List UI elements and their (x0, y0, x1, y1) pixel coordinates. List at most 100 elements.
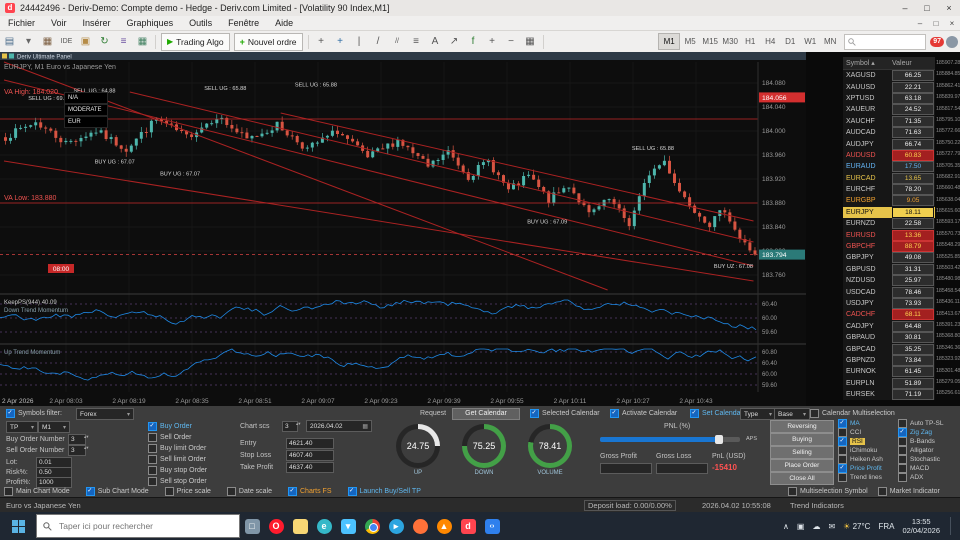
symbol-row-gbpnzd[interactable]: GBPNZD73.84 (843, 355, 935, 366)
checkbox-box[interactable] (288, 487, 297, 496)
symbol-row-gbpchf[interactable]: GBPCHF88.79 (843, 241, 935, 252)
child-minimize-button[interactable]: – (912, 19, 928, 28)
checkbox-auto-tp-sl[interactable]: Auto TP-SL (898, 419, 958, 428)
checkbox-main-chart-mode[interactable]: Main Chart Mode (4, 487, 70, 496)
tray-app-icon[interactable]: ▣ (797, 522, 805, 531)
timeframe-w1[interactable]: W1 (800, 34, 820, 49)
checkbox-b-bands[interactable]: B-Bands (898, 437, 958, 446)
symbol-row-audjpy[interactable]: AUDJPY66.74 (843, 138, 935, 149)
menu-fentre[interactable]: Fenêtre (220, 18, 267, 28)
date-picker[interactable]: 2026.04.02▦ (306, 420, 372, 432)
cursor-icon[interactable]: + (313, 34, 330, 50)
checkbox-price-profit[interactable]: Price Profit (838, 464, 898, 473)
grid-icon[interactable]: ▦ (134, 34, 151, 50)
tray-chevron-icon[interactable]: ∧ (783, 522, 789, 531)
user-avatar[interactable] (946, 36, 958, 48)
symbol-row-nzdusd[interactable]: NZDUSD25.97 (843, 275, 935, 286)
chrome-icon[interactable] (360, 514, 384, 538)
firefox-icon[interactable] (408, 514, 432, 538)
deriv-icon[interactable]: d (456, 514, 480, 538)
folder-icon[interactable]: ▣ (77, 34, 94, 50)
set-calendar-checkbox[interactable]: Set Calendar (690, 409, 743, 418)
checkbox-box[interactable] (898, 446, 907, 455)
take-profit-input[interactable]: 4637.40 (286, 462, 334, 473)
reversing-button[interactable]: Reversing (770, 420, 834, 433)
notification-center-edge[interactable] (950, 517, 954, 535)
taskbar-search[interactable] (36, 514, 240, 538)
checkbox-box[interactable] (148, 466, 157, 475)
symbol-row-xauchf[interactable]: XAUCHF71.35 (843, 116, 935, 127)
checkbox-buy-stop-order[interactable]: Buy stop Order (148, 466, 207, 475)
checkbox-box[interactable] (838, 419, 847, 428)
trendline-icon[interactable]: / (370, 34, 387, 50)
checkbox-box[interactable] (148, 477, 157, 486)
symbol-row-eurnzd[interactable]: EURNZD22.58 (843, 218, 935, 229)
timeframe-h1[interactable]: H1 (740, 34, 760, 49)
value-column-header[interactable]: Valeur (892, 60, 934, 67)
symbol-row-xagusd[interactable]: XAGUSD66.25 (843, 70, 935, 81)
buying-button[interactable]: Buying (770, 433, 834, 446)
checkbox-sell-stop-order[interactable]: Sell stop Order (148, 477, 207, 486)
selected-calendar-checkbox[interactable]: Selected Calendar (530, 409, 600, 418)
close-all-button[interactable]: Close All (770, 472, 834, 485)
symbol-row-xptusd[interactable]: XPTUSD63.18 (843, 93, 935, 104)
chart-dropdown-icon[interactable]: ▾ (20, 34, 37, 50)
pnl-slider[interactable] (600, 437, 740, 442)
vline-icon[interactable]: | (351, 34, 368, 50)
entry-input[interactable]: 4621.40 (286, 438, 334, 449)
checkbox-charts-fs[interactable]: Charts FS (288, 487, 332, 496)
checkbox-ichimoku[interactable]: iChimoku (838, 446, 898, 455)
checkbox-sell-order[interactable]: Sell Order (148, 433, 207, 442)
symbols-filter-checkbox[interactable]: Symbols filter: (6, 409, 62, 418)
minimize-button[interactable]: – (894, 3, 916, 13)
checkbox-box[interactable] (227, 487, 236, 496)
checkbox-alligator[interactable]: Alligator (898, 446, 958, 455)
profiles-icon[interactable]: ▦ (39, 34, 56, 50)
timeframe-m30[interactable]: M30 (720, 34, 740, 49)
checkbox-zig-zag[interactable]: Zig Zag (898, 428, 958, 437)
checkbox-box[interactable] (6, 409, 15, 418)
selling-button[interactable]: Selling (770, 446, 834, 459)
checkbox-buy-limit-order[interactable]: Buy limit Order (148, 444, 207, 453)
onedrive-cloud-icon[interactable]: ☁ (812, 522, 820, 531)
menu-fichier[interactable]: Fichier (0, 18, 43, 28)
checkbox-heiken-ash[interactable]: Heiken Ash (838, 455, 898, 464)
notification-badge[interactable]: 97 (930, 37, 944, 47)
checkbox-box[interactable] (148, 422, 157, 431)
activate-calendar-checkbox[interactable]: Activate Calendar (610, 409, 677, 418)
maximize-button[interactable]: □ (916, 3, 938, 13)
checkbox-box[interactable] (165, 487, 174, 496)
checkbox-box[interactable] (898, 455, 907, 464)
symbols-filter-select[interactable]: Forex▾ (76, 408, 134, 420)
spinner-arrows-icon[interactable]: ▴▾ (296, 422, 301, 427)
vlc-icon[interactable]: ▲ (432, 514, 456, 538)
symbol-row-audcad[interactable]: AUDCAD71.63 (843, 127, 935, 138)
trading-algo-button[interactable]: ▶Trading Algo (161, 33, 230, 51)
channel-icon[interactable]: // (389, 34, 406, 50)
checkbox-box[interactable] (838, 464, 847, 473)
crosshair-icon[interactable]: + (332, 34, 349, 50)
child-restore-button[interactable]: □ (928, 19, 944, 28)
symbol-row-eurjpy[interactable]: EURJPY18.11 (843, 207, 935, 218)
symbol-row-audusd[interactable]: AUDUSD60.83 (843, 150, 935, 161)
text-icon[interactable]: A (427, 34, 444, 50)
symbol-row-gbpjpy[interactable]: GBPJPY49.08 (843, 252, 935, 263)
checkbox-box[interactable] (148, 433, 157, 442)
symbol-row-gbpusd[interactable]: GBPUSD31.31 (843, 264, 935, 275)
checkbox-box[interactable] (838, 437, 847, 446)
checkbox-buy-order[interactable]: Buy Order (148, 422, 207, 431)
symbol-row-eurcad[interactable]: EURCAD13.65 (843, 173, 935, 184)
checkbox-trend-lines[interactable]: Trend lines (838, 473, 898, 482)
checkbox-box[interactable] (898, 437, 907, 446)
type-select[interactable]: Type▾ (740, 408, 776, 420)
ide-icon[interactable]: IDE (58, 34, 75, 50)
search-input[interactable] (57, 520, 211, 532)
checkbox-ma[interactable]: MA (838, 419, 898, 428)
checkbox-rsi[interactable]: RSI (838, 437, 898, 446)
checkbox-launch-buy-sell-tp[interactable]: Launch Buy/Sell TP (348, 487, 421, 496)
checkbox-sub-chart-mode[interactable]: Sub Chart Mode (86, 487, 149, 496)
symbol-row-xauusd[interactable]: XAUUSD22.21 (843, 81, 935, 92)
checkbox-market-indicator[interactable]: Market Indicator (878, 487, 940, 496)
checkbox-multiselection-symbol[interactable]: Multiselection Symbol (788, 487, 868, 496)
menu-insrer[interactable]: Insérer (75, 18, 119, 28)
